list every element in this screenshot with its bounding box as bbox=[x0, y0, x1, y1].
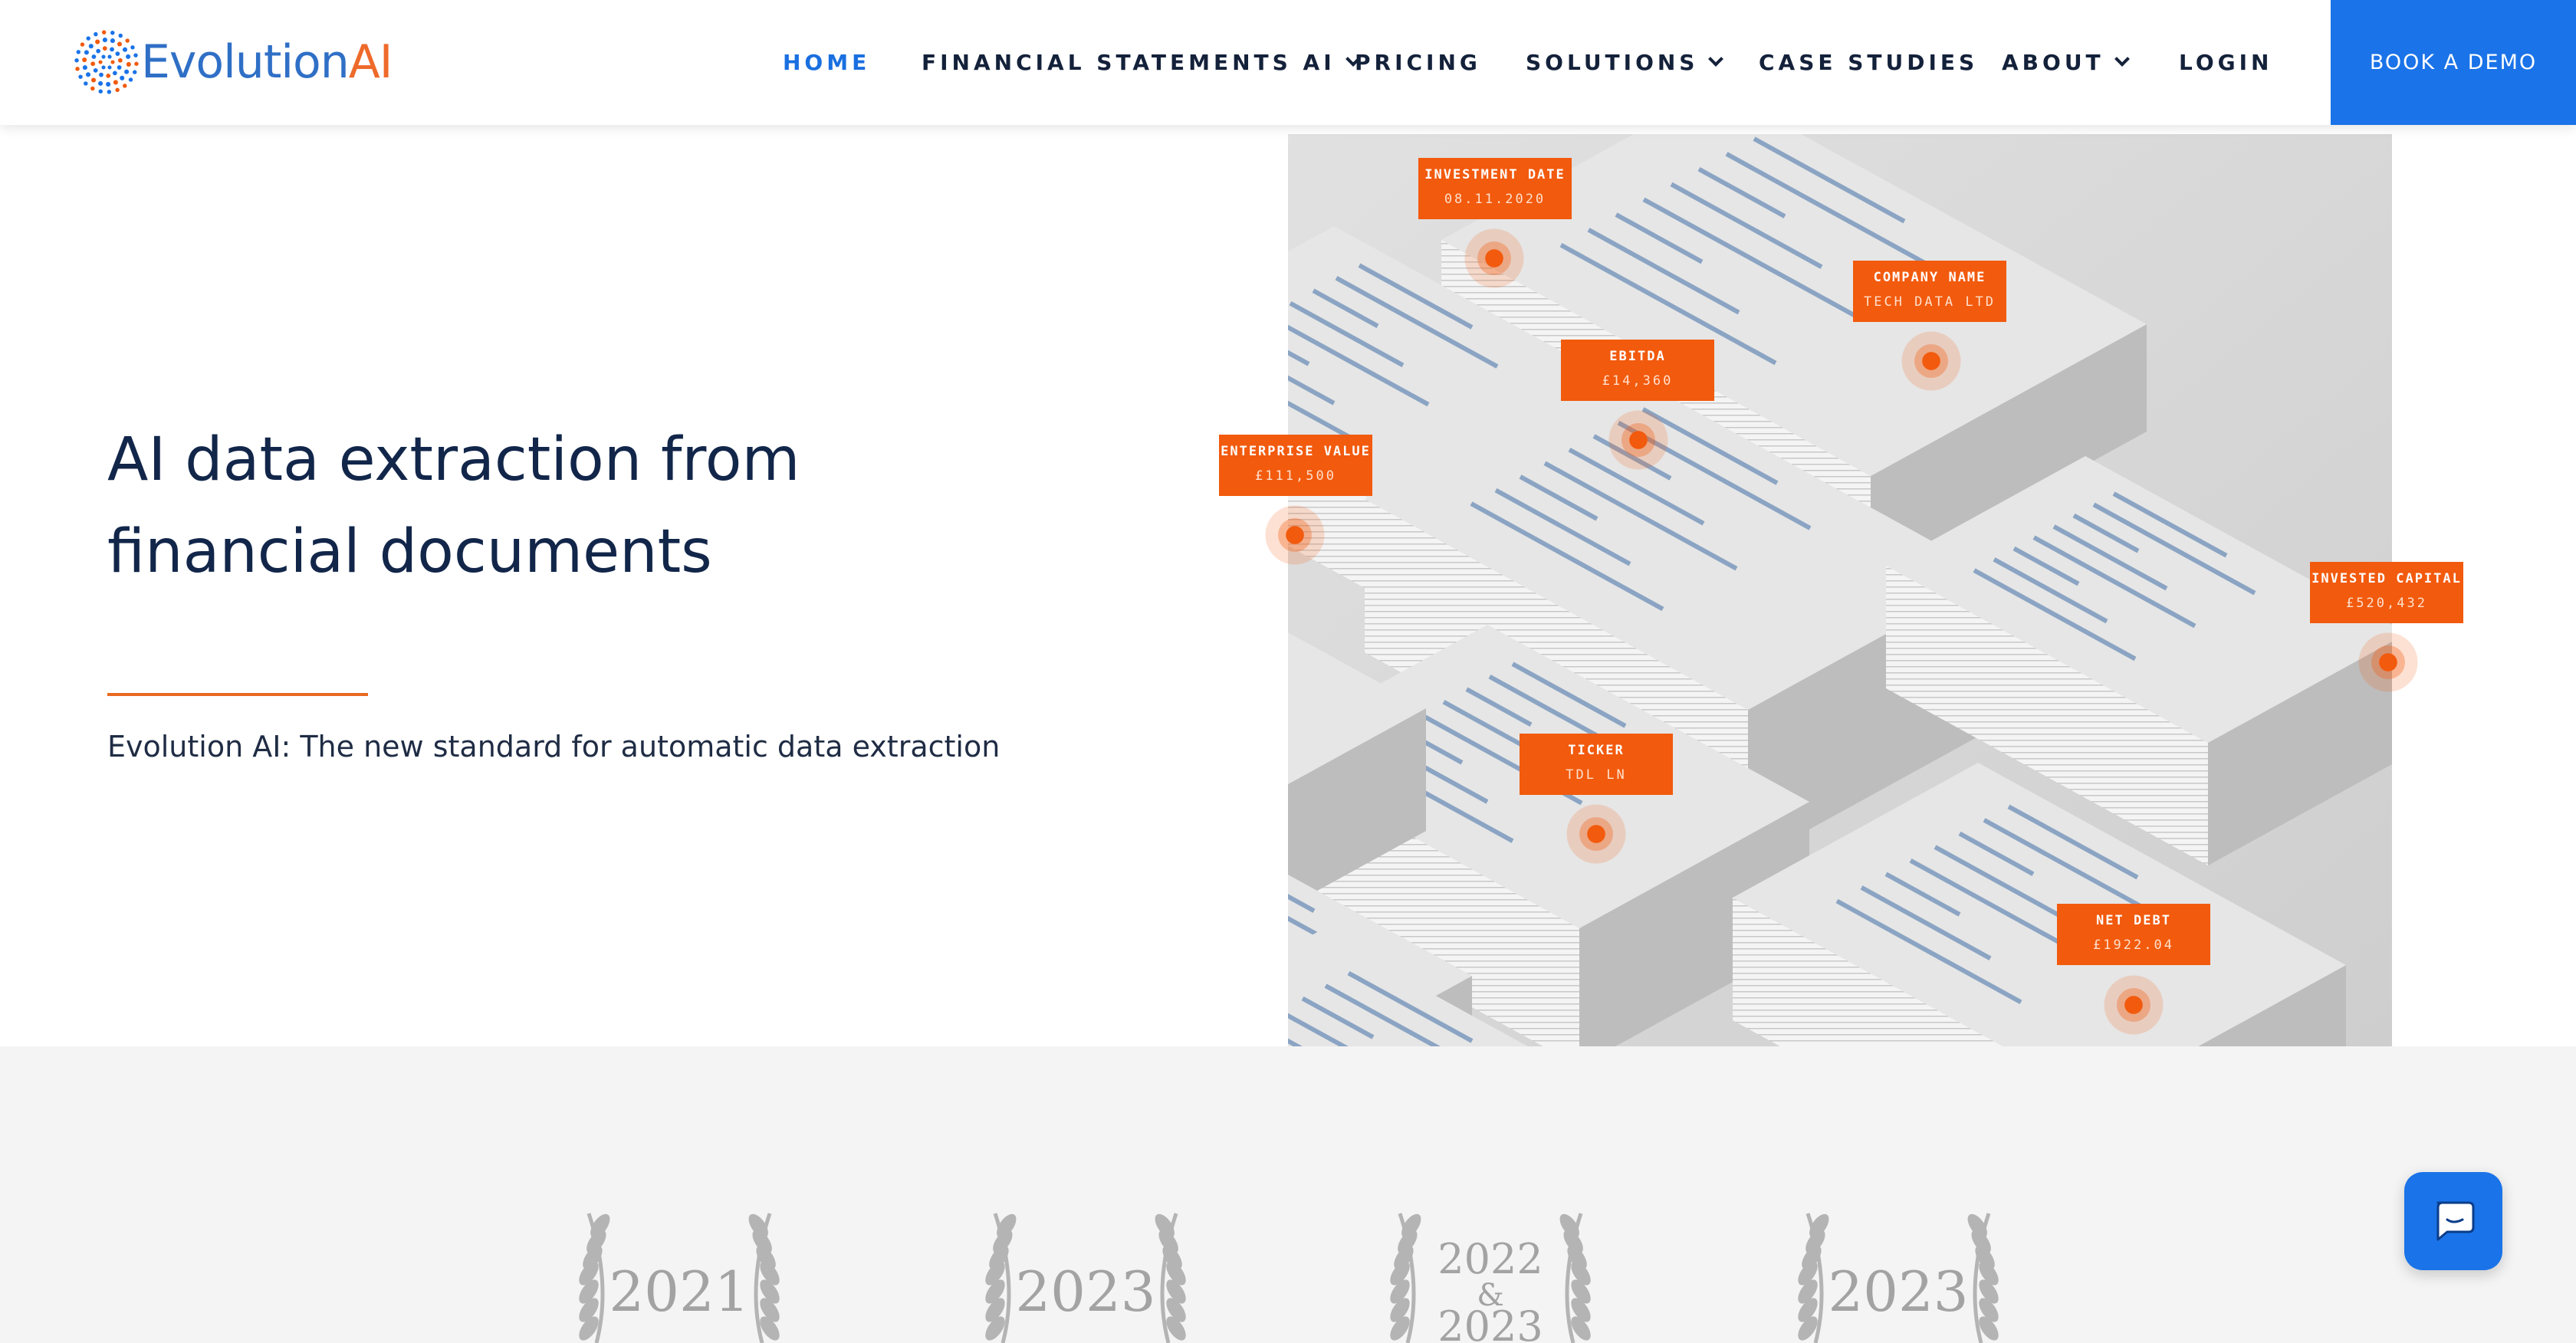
hero-title-line-1: AI data extraction from bbox=[107, 425, 800, 494]
chevron-down-icon bbox=[2114, 51, 2130, 67]
nav-solutions[interactable]: SOLUTIONS bbox=[1526, 0, 1724, 125]
tag-company-name: COMPANY NAME TECH DATA LTD bbox=[1853, 261, 2006, 322]
award-year: 2021 bbox=[609, 1259, 750, 1324]
dotted-circle-logo-icon bbox=[74, 30, 139, 94]
award-badge: 2022 & 2023 bbox=[1368, 1207, 1613, 1343]
hero-title-line-2: financial documents bbox=[107, 517, 712, 586]
award-badge: 2023 bbox=[963, 1207, 1208, 1343]
chat-launcher-button[interactable] bbox=[2404, 1172, 2502, 1270]
tag-ticker: TICKER TDL LN bbox=[1520, 734, 1673, 795]
hero-divider bbox=[107, 693, 368, 696]
nav-pricing[interactable]: PRICING bbox=[1355, 0, 1481, 125]
award-year-2: 2023 bbox=[1438, 1302, 1543, 1343]
brand-logo[interactable]: EvolutionAI bbox=[74, 29, 393, 95]
award-badge: 2021 bbox=[557, 1207, 802, 1343]
award-year: 2023 bbox=[1015, 1259, 1156, 1324]
awards-section: 2021 2023 2022 & 2023 2023 bbox=[0, 1046, 2576, 1343]
award-year: 2022 bbox=[1438, 1235, 1543, 1283]
tag-ebitda: EBITDA £14,360 bbox=[1561, 340, 1714, 401]
tag-marker bbox=[2099, 970, 2168, 1039]
tag-marker bbox=[1460, 224, 1529, 293]
book-a-demo-button[interactable]: BOOK A DEMO bbox=[2331, 0, 2576, 125]
nav-financial-statements-ai[interactable]: FINANCIAL STATEMENTS AI bbox=[922, 0, 1361, 125]
hero-illustration bbox=[1288, 134, 2392, 1046]
award-year: 2023 bbox=[1828, 1259, 1969, 1324]
nav-about[interactable]: ABOUT bbox=[2002, 0, 2130, 125]
nav-login[interactable]: LOGIN bbox=[2179, 0, 2272, 125]
nav-home[interactable]: HOME bbox=[783, 0, 870, 125]
tag-marker bbox=[1562, 800, 1631, 869]
hero-title: AI data extraction from financial docume… bbox=[107, 414, 1104, 598]
hero-subtitle: Evolution AI: The new standard for autom… bbox=[107, 730, 1001, 763]
tag-investment-date: INVESTMENT DATE 08.11.2020 bbox=[1418, 158, 1572, 219]
tag-marker bbox=[1604, 406, 1673, 474]
nav-case-studies[interactable]: CASE STUDIES bbox=[1759, 0, 1978, 125]
chat-bubble-icon bbox=[2436, 1201, 2475, 1241]
document-stacks-illustration bbox=[1288, 134, 2392, 1046]
tag-marker bbox=[1897, 327, 1966, 396]
award-badge: 2023 bbox=[1776, 1207, 2021, 1343]
brand-name: EvolutionAI bbox=[141, 35, 393, 89]
tag-invested-capital: INVESTED CAPITAL £520,432 bbox=[2310, 562, 2463, 623]
tag-marker bbox=[1260, 501, 1329, 570]
site-header: EvolutionAI HOME FINANCIAL STATEMENTS AI… bbox=[0, 0, 2576, 125]
tag-marker bbox=[2354, 628, 2423, 697]
tag-enterprise-value: ENTERPRISE VALUE £111,500 bbox=[1219, 435, 1372, 496]
chevron-down-icon bbox=[1708, 51, 1724, 67]
tag-net-debt: NET DEBT £1922.04 bbox=[2057, 904, 2210, 965]
